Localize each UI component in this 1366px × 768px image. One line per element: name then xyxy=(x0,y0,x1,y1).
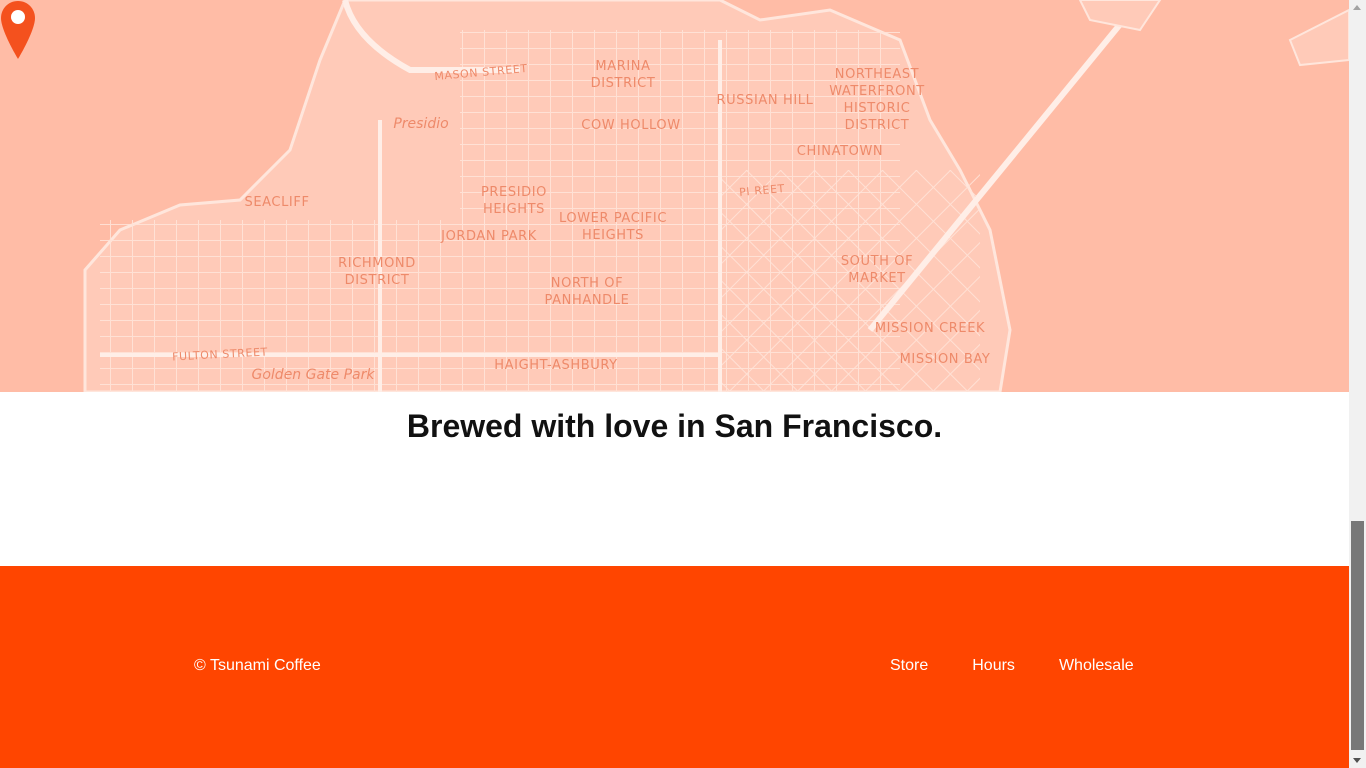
map-label-mission-creek: MISSION CREEK xyxy=(874,321,986,336)
footer-nav: Store Hours Wholesale xyxy=(890,657,1178,675)
footer-copyright: © Tsunami Coffee xyxy=(194,657,321,674)
vertical-scrollbar[interactable] xyxy=(1349,0,1366,768)
footer-link-wholesale[interactable]: Wholesale xyxy=(1059,657,1134,675)
footer-link-hours[interactable]: Hours xyxy=(972,657,1015,675)
footer-link-store[interactable]: Store xyxy=(890,657,928,675)
map-pin-icon[interactable] xyxy=(0,0,36,60)
map-label-north-of-panhandle: NORTH OF PANHANDLE xyxy=(544,276,630,308)
scroll-up-arrow-icon[interactable] xyxy=(1353,5,1361,10)
map-label-presidio-heights: PRESIDIO HEIGHTS xyxy=(480,185,548,217)
tagline-section: Brewed with love in San Francisco. xyxy=(0,392,1349,566)
map-label-seacliff: SEACLIFF xyxy=(244,195,310,210)
map-label-haight-ashbury: HAIGHT-ASHBURY xyxy=(494,358,618,373)
map-label-lower-pacific-heights: LOWER PACIFIC HEIGHTS xyxy=(558,211,668,243)
scrollbar-thumb[interactable] xyxy=(1351,521,1364,750)
map-label-golden-gate-park: Golden Gate Park xyxy=(251,367,375,383)
map-label-northeast-waterfront: NORTHEAST WATERFRONT HISTORIC DISTRICT xyxy=(829,67,925,133)
map-label-cow-hollow: COW HOLLOW xyxy=(581,118,681,133)
map-label-russian-hill: RUSSIAN HILL xyxy=(716,93,814,108)
map-label-jordan-park: JORDAN PARK xyxy=(441,229,537,244)
map-streets xyxy=(83,0,1349,392)
map-label-chinatown: CHINATOWN xyxy=(796,144,884,159)
tagline-heading: Brewed with love in San Francisco. xyxy=(406,408,943,444)
scroll-down-arrow-icon[interactable] xyxy=(1353,758,1361,763)
map-label-mission-bay: MISSION BAY xyxy=(899,352,991,367)
site-footer: © Tsunami Coffee Store Hours Wholesale xyxy=(0,566,1349,768)
map-label-south-of-market: SOUTH OF MARKET xyxy=(840,254,914,286)
location-map[interactable]: MARINA DISTRICT RUSSIAN HILL NORTHEAST W… xyxy=(0,0,1349,392)
page: MARINA DISTRICT RUSSIAN HILL NORTHEAST W… xyxy=(0,0,1349,768)
map-label-marina-district: MARINA DISTRICT xyxy=(590,59,656,91)
map-label-richmond-district: RICHMOND DISTRICT xyxy=(338,256,416,288)
map-label-presidio: Presidio xyxy=(393,116,449,132)
